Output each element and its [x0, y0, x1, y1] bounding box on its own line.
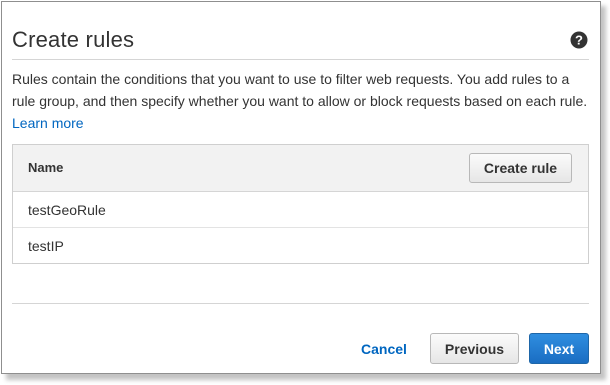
table-row[interactable]: testIP: [13, 228, 588, 264]
question-circle-icon[interactable]: ?: [570, 31, 588, 49]
create-rule-button[interactable]: Create rule: [469, 153, 572, 183]
description-text: Rules contain the conditions that you wa…: [12, 68, 592, 134]
cancel-button[interactable]: Cancel: [354, 339, 414, 359]
table-header: Name Create rule: [13, 145, 588, 192]
next-button[interactable]: Next: [529, 333, 589, 364]
svg-text:?: ?: [575, 33, 583, 48]
rule-name-cell: testGeoRule: [28, 202, 106, 218]
column-header-name: Name: [28, 160, 64, 175]
description-body: Rules contain the conditions that you wa…: [12, 71, 588, 109]
title-divider: [12, 59, 589, 60]
page-title: Create rules: [12, 27, 135, 52]
rule-name-cell: testIP: [28, 238, 64, 254]
learn-more-link[interactable]: Learn more: [12, 115, 84, 131]
previous-button[interactable]: Previous: [430, 333, 519, 364]
create-rules-dialog: Create rules ? Rules contain the conditi…: [1, 1, 601, 374]
rules-table: Name Create rule testGeoRule testIP: [12, 144, 589, 264]
footer-divider: [12, 303, 589, 304]
table-row[interactable]: testGeoRule: [13, 192, 588, 228]
